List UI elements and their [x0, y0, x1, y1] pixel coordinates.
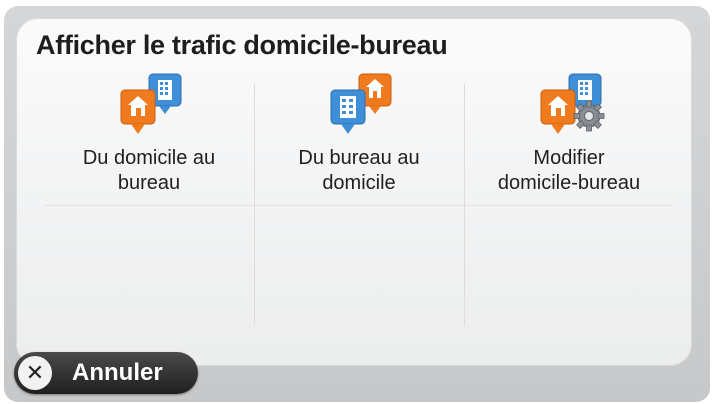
option-label-line1: Du domicile au [82, 147, 216, 169]
gear-icon [573, 100, 605, 132]
option-home-to-office[interactable]: Du domicile au bureau [44, 73, 254, 205]
cancel-button[interactable]: ✕ Annuler [14, 352, 198, 394]
option-office-to-home[interactable]: Du bureau au domicile [254, 73, 464, 205]
edit-home-office-icon [540, 73, 605, 134]
home-to-office-icon [120, 73, 182, 134]
option-label-line2: domicile-bureau [497, 172, 641, 194]
options-grid: Du domicile au bureau Du bureau au domic… [44, 73, 674, 326]
option-edit-home-office[interactable]: Modifier domicile-bureau [464, 73, 674, 205]
close-icon: ✕ [18, 356, 52, 390]
dialog-title: Afficher le trafic domicile-bureau [36, 30, 448, 60]
cancel-button-label: Annuler [72, 359, 163, 386]
office-to-home-icon [330, 73, 392, 134]
option-label-line1: Du bureau au [298, 147, 420, 169]
option-label-line1: Modifier [533, 147, 605, 169]
option-label-line2: domicile [322, 172, 396, 194]
option-label-line2: bureau [117, 172, 181, 194]
grid-divider [44, 205, 674, 206]
